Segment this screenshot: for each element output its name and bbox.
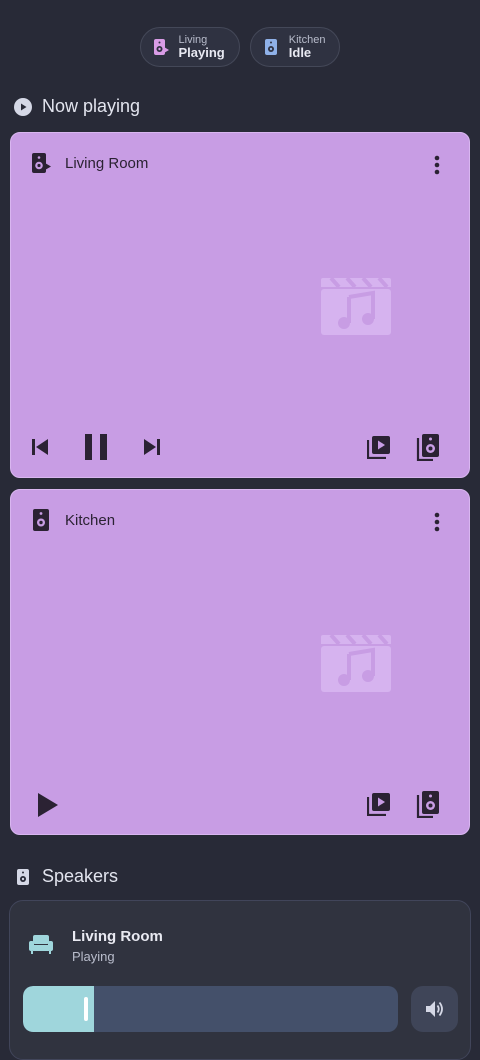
section-title: Now playing — [42, 96, 141, 116]
pause-icon[interactable] — [83, 431, 109, 463]
skip-previous-icon[interactable] — [29, 435, 51, 459]
playlist-play-icon[interactable] — [366, 790, 392, 818]
speaker-card-living-room: Living Room Playing — [9, 900, 471, 1060]
chip-state: Idle — [288, 44, 312, 60]
volume-slider[interactable] — [23, 986, 398, 1032]
sofa-icon — [29, 935, 53, 954]
volume-button[interactable] — [411, 986, 458, 1032]
speaker-status: Playing — [72, 949, 115, 964]
section-title: Speakers — [42, 866, 119, 886]
player-card-living-room[interactable]: Living Room — [10, 132, 470, 478]
more-vert-icon[interactable] — [427, 153, 447, 177]
speaker-playing-icon — [151, 37, 171, 57]
playlist-play-icon[interactable] — [366, 433, 392, 461]
speaker-icon — [31, 508, 51, 532]
player-name: Living Room — [65, 154, 149, 172]
play-circle-icon — [14, 97, 32, 116]
speaker-icon — [14, 868, 32, 886]
speakers-heading: Speakers — [14, 866, 118, 887]
speaker-group-icon[interactable] — [415, 431, 441, 463]
volume-up-icon — [425, 1001, 443, 1017]
play-icon[interactable] — [35, 790, 61, 820]
speaker-playing-icon — [31, 151, 51, 175]
chip-living[interactable]: Living Playing — [139, 27, 240, 67]
more-vert-icon[interactable] — [427, 510, 447, 534]
room-chips: Living Playing Kitchen Idle — [0, 27, 480, 67]
speaker-group-icon[interactable] — [415, 788, 441, 820]
volume-thumb[interactable] — [84, 997, 88, 1021]
speaker-icon — [261, 37, 281, 57]
media-placeholder-icon — [321, 277, 391, 335]
now-playing-heading: Now playing — [14, 96, 140, 117]
player-name: Kitchen — [65, 511, 116, 529]
media-placeholder-icon — [321, 634, 391, 692]
player-card-kitchen[interactable]: Kitchen — [10, 489, 470, 835]
speaker-name: Living Room — [72, 928, 163, 945]
skip-next-icon[interactable] — [141, 435, 163, 459]
chip-kitchen[interactable]: Kitchen Idle — [249, 27, 341, 67]
chip-state: Playing — [178, 44, 225, 60]
